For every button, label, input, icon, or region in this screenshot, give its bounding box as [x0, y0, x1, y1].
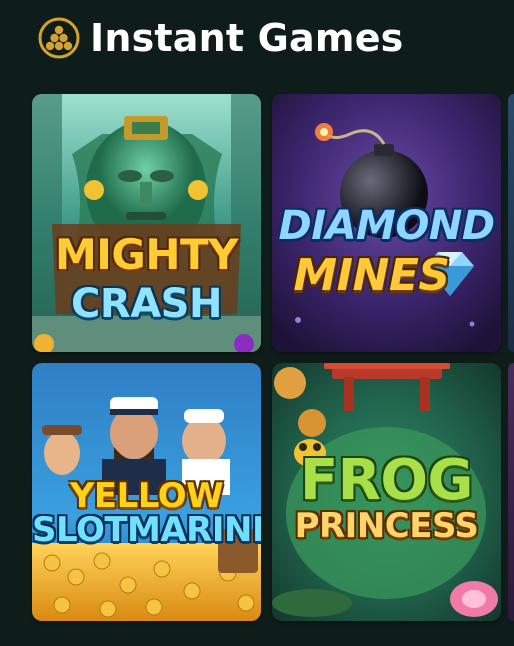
- game-tile-diamond-mines[interactable]: Diamond Mines: [272, 94, 501, 352]
- game-title-line1: Yellow: [69, 476, 224, 516]
- section-header: Instant Games: [38, 12, 403, 64]
- game-tile-frog-princess[interactable]: Frog Princess: [272, 363, 501, 621]
- section-title: Instant Games: [90, 16, 404, 60]
- game-tile-mighty-crash[interactable]: Mighty Crash: [32, 94, 261, 352]
- billiard-balls-icon: [38, 17, 80, 59]
- game-title-line1: Diamond: [278, 203, 495, 249]
- game-title-line2: Crash: [71, 281, 222, 327]
- partial-game-tile[interactable]: [508, 94, 514, 352]
- partial-game-tile[interactable]: [508, 363, 514, 621]
- game-title-line1: Mighty: [54, 230, 239, 279]
- game-title-line2: Princess: [294, 506, 479, 546]
- game-title-line2: Slotmarine: [32, 510, 261, 550]
- game-tile-yellow-slotmarine[interactable]: Yellow Slotmarine: [32, 363, 261, 621]
- instant-games-page: Instant Games MIGHTY CRASH DIAMOND MINES…: [0, 0, 514, 646]
- game-title-line2: Mines: [293, 250, 450, 301]
- game-title-line1: Frog: [300, 448, 473, 513]
